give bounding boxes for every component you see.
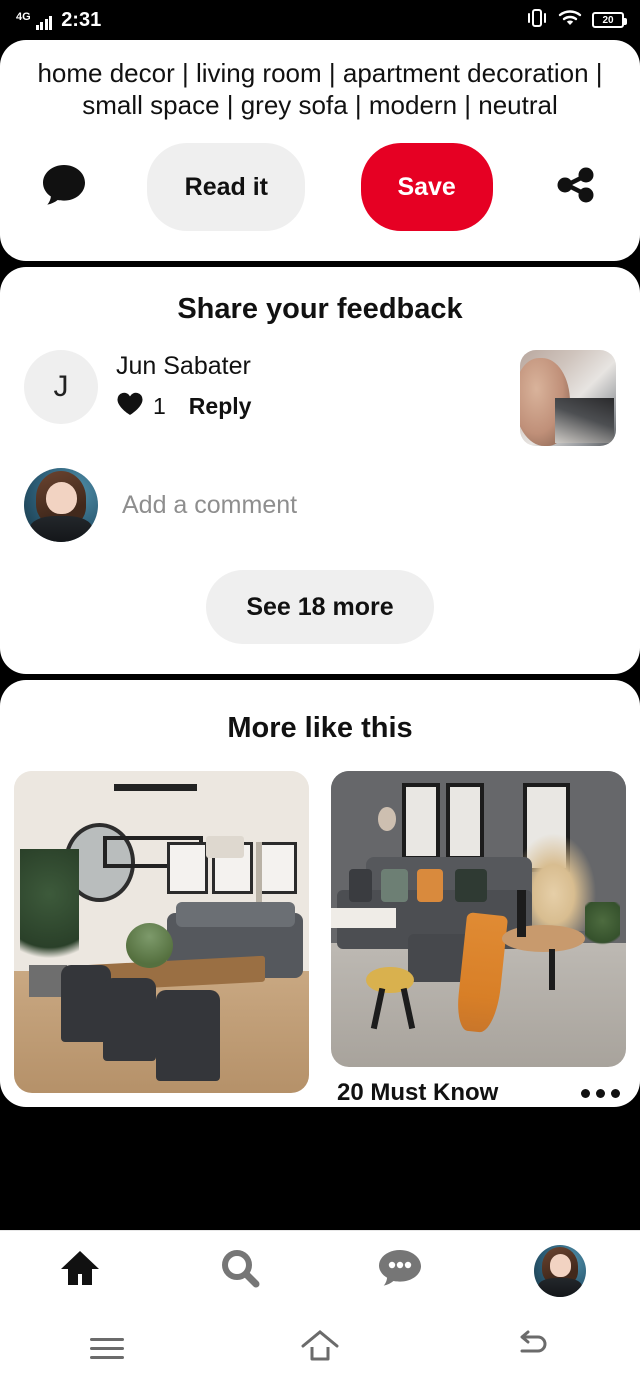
status-bar: 4G 2:31 20 — [0, 0, 640, 40]
nav-avatar-body — [538, 1277, 582, 1297]
comment-button[interactable] — [36, 159, 92, 215]
pin-tagline: home decor | living room | apartment dec… — [37, 58, 603, 120]
nav-item-home[interactable] — [38, 1241, 122, 1301]
comment-bubble-icon — [40, 162, 88, 213]
avatar-body — [29, 515, 93, 543]
pin-caption-text: 20 Must Know — [337, 1079, 499, 1107]
pin-image-dining-room[interactable] — [14, 771, 309, 1094]
heart-icon[interactable] — [116, 391, 144, 422]
home-icon — [58, 1246, 102, 1295]
clock-label: 2:31 — [61, 9, 102, 31]
feedback-card: Share your feedback J Jun Sabater 1 Repl… — [0, 267, 640, 675]
feedback-title: Share your feedback — [177, 293, 463, 326]
comment-body: Jun Sabater 1 Reply — [98, 350, 520, 422]
network-type-label: 4G — [16, 11, 31, 23]
back-button[interactable] — [488, 1324, 578, 1374]
comment-item[interactable]: J Jun Sabater 1 Reply — [0, 336, 640, 447]
pin-action-bar: Read it Save — [0, 125, 640, 261]
system-home-button[interactable] — [275, 1324, 365, 1374]
pin-card-2[interactable]: 20 Must Know — [331, 771, 626, 1107]
scroll-container[interactable]: home decor | living room | apartment dec… — [0, 40, 640, 1310]
android-system-nav — [0, 1310, 640, 1387]
recents-icon — [89, 1332, 124, 1365]
pin-image-2-illustration — [331, 771, 626, 1068]
nav-item-profile[interactable] — [518, 1241, 602, 1301]
comment-meta: 1 Reply — [116, 391, 520, 422]
comment-author[interactable]: Jun Sabater — [116, 352, 520, 381]
more-like-this-card: More like this 20 Must Know — [0, 680, 640, 1108]
see-more-wrapper: See 18 more — [0, 550, 640, 674]
add-comment-input[interactable]: Add a comment — [98, 491, 297, 520]
signal-bars-icon — [35, 15, 53, 30]
comment-avatar[interactable]: J — [24, 350, 98, 425]
wifi-icon — [558, 8, 582, 33]
read-it-button[interactable]: Read it — [147, 143, 306, 232]
comment-attachment-thumbnail[interactable] — [520, 350, 616, 447]
pin-image-1-illustration — [14, 771, 309, 1094]
share-icon — [553, 162, 599, 213]
reply-button[interactable]: Reply — [189, 393, 252, 420]
more-options-icon[interactable] — [581, 1088, 620, 1098]
phone-screen: 4G 2:31 20 home decor | living room | ap… — [0, 0, 640, 1387]
pin-grid: 20 Must Know — [0, 771, 640, 1107]
more-like-this-title: More like this — [227, 712, 413, 745]
save-button[interactable]: Save — [360, 143, 493, 232]
back-icon — [512, 1327, 554, 1370]
profile-avatar — [534, 1244, 586, 1297]
pin-detail-card: home decor | living room | apartment dec… — [0, 40, 640, 262]
pin-card-1[interactable] — [14, 771, 309, 1107]
chat-bubble-icon — [378, 1247, 422, 1294]
pin-caption-row: 20 Must Know — [331, 1067, 626, 1107]
nav-avatar-face — [549, 1253, 572, 1277]
vibrate-icon — [526, 8, 548, 33]
status-bar-right: 20 — [526, 8, 627, 33]
status-bar-left: 4G 2:31 — [16, 10, 101, 30]
battery-icon: 20 — [592, 12, 627, 28]
see-more-comments-button[interactable]: See 18 more — [206, 570, 434, 645]
nav-item-search[interactable] — [198, 1241, 282, 1301]
avatar-face — [46, 481, 78, 515]
battery-level-label: 20 — [602, 14, 614, 26]
nav-item-messages[interactable] — [358, 1241, 442, 1301]
current-user-avatar[interactable] — [24, 468, 98, 543]
home-outline-icon — [299, 1327, 341, 1370]
like-count: 1 — [153, 393, 166, 420]
pin-image-living-room[interactable] — [331, 771, 626, 1068]
add-comment-row[interactable]: Add a comment — [0, 446, 640, 550]
app-bottom-nav — [0, 1230, 640, 1310]
recents-button[interactable] — [62, 1324, 152, 1374]
search-icon — [218, 1246, 262, 1295]
share-button[interactable] — [548, 159, 604, 215]
